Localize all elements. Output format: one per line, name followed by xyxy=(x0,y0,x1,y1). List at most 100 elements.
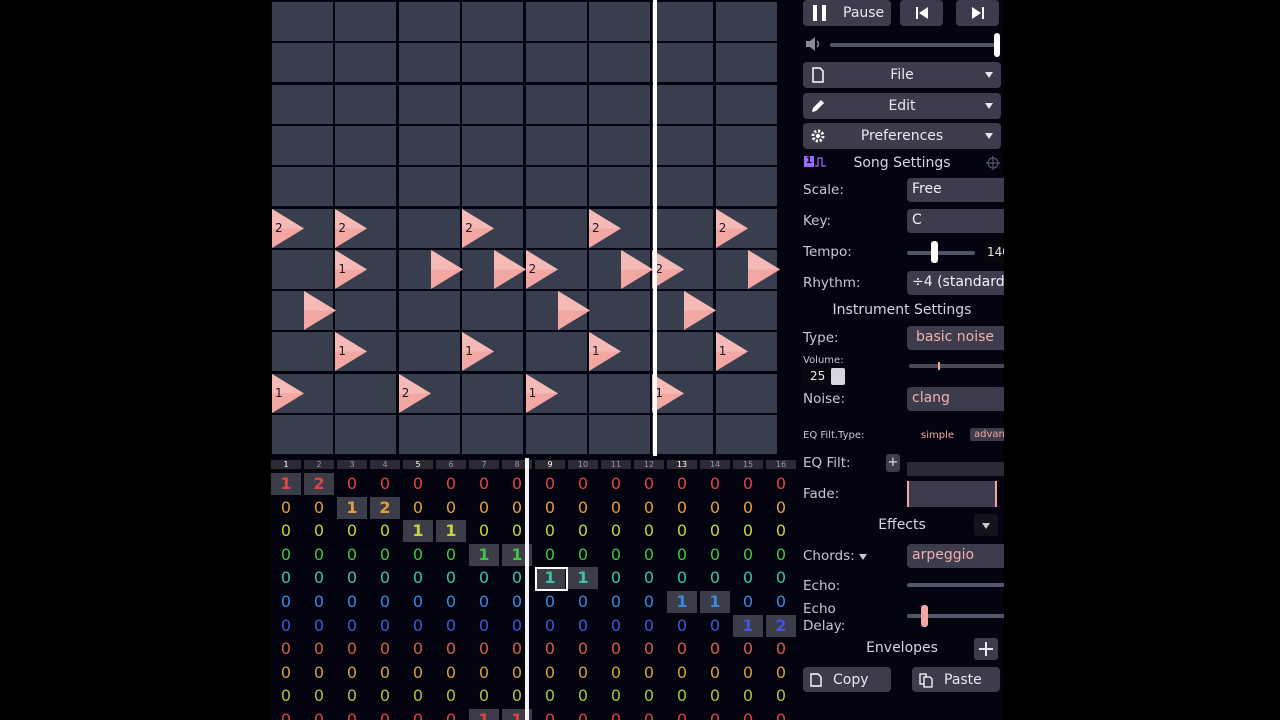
track-cell[interactable]: 0 xyxy=(733,638,763,660)
track-cell[interactable]: 0 xyxy=(601,685,631,707)
pattern-cell[interactable] xyxy=(462,373,524,413)
track-cell[interactable]: 0 xyxy=(469,685,499,707)
track-cell[interactable]: 0 xyxy=(667,685,697,707)
pattern-note[interactable]: 2 xyxy=(272,208,304,248)
track-cell[interactable]: 0 xyxy=(667,497,697,519)
track-cell[interactable]: 0 xyxy=(337,662,367,684)
track-cell[interactable]: 0 xyxy=(733,544,763,566)
copy-button[interactable]: Copy xyxy=(803,667,891,692)
track-cell[interactable]: 0 xyxy=(700,615,730,637)
pattern-note[interactable]: 2 xyxy=(335,208,368,248)
pattern-cell[interactable] xyxy=(272,249,333,289)
tempo-input[interactable]: 140 xyxy=(985,243,1004,262)
track-cell[interactable]: 0 xyxy=(634,615,664,637)
pattern-cell[interactable] xyxy=(525,43,587,83)
bar-number[interactable]: 16 xyxy=(766,460,796,469)
track-cell[interactable]: 0 xyxy=(535,473,565,495)
tempo-slider-thumb[interactable] xyxy=(931,241,938,263)
track-cell[interactable]: 0 xyxy=(436,615,466,637)
pattern-cell[interactable] xyxy=(652,332,714,372)
pattern-cell[interactable] xyxy=(335,43,397,83)
track-cell[interactable]: 0 xyxy=(733,591,763,613)
track-cell[interactable]: 0 xyxy=(469,638,499,660)
track-cell[interactable]: 1 xyxy=(436,520,466,543)
track-cell[interactable]: 0 xyxy=(700,473,730,495)
pattern-cell[interactable] xyxy=(589,167,650,207)
noise-select[interactable]: clang xyxy=(907,387,1004,411)
track-cell[interactable]: 0 xyxy=(304,544,334,566)
rhythm-select[interactable]: ÷4 (standard) xyxy=(907,271,1004,295)
track-cell[interactable]: 0 xyxy=(403,497,433,519)
pattern-cell[interactable] xyxy=(525,2,587,41)
pattern-cell[interactable] xyxy=(462,125,524,165)
bar-number[interactable]: 3 xyxy=(337,460,367,469)
track-cell[interactable]: 0 xyxy=(634,709,664,720)
preferences-menu[interactable]: Preferences xyxy=(803,123,1001,149)
effects-dropdown-icon[interactable] xyxy=(974,514,998,536)
pattern-cell[interactable] xyxy=(272,43,333,83)
track-cell[interactable]: 0 xyxy=(436,567,466,589)
pattern-editor[interactable]: 2 1 2 1 1 2 2 1 2 1 2 1 2 1 2 1 xyxy=(270,0,780,456)
pattern-cell[interactable] xyxy=(525,84,587,124)
pattern-cell[interactable] xyxy=(398,208,460,248)
track-cell[interactable]: 0 xyxy=(271,662,301,684)
track-cell[interactable]: 0 xyxy=(667,638,697,660)
echo-slider[interactable] xyxy=(907,583,1004,587)
track-cell[interactable]: 0 xyxy=(568,638,598,660)
track-cell[interactable]: 0 xyxy=(733,709,763,720)
pattern-cell[interactable] xyxy=(398,2,460,41)
track-cell[interactable]: 0 xyxy=(601,615,631,637)
pattern-cell[interactable] xyxy=(715,84,777,124)
track-cell[interactable]: 0 xyxy=(766,591,796,613)
pattern-note[interactable] xyxy=(557,291,590,331)
instrument-type-select[interactable]: basic noise xyxy=(907,326,1004,350)
pattern-cell[interactable] xyxy=(398,167,460,207)
track-cell[interactable]: 0 xyxy=(469,473,499,495)
track-cell[interactable]: 0 xyxy=(634,544,664,566)
pattern-cell[interactable] xyxy=(652,125,714,165)
pattern-note[interactable]: 1 xyxy=(715,332,748,372)
track-cell[interactable]: 0 xyxy=(370,591,400,613)
track-cell[interactable]: 0 xyxy=(271,615,301,637)
track-cell[interactable]: 0 xyxy=(370,473,400,495)
pattern-cell[interactable] xyxy=(652,2,714,41)
track-cell[interactable]: 0 xyxy=(535,520,565,542)
track-cell[interactable]: 0 xyxy=(766,520,796,542)
pattern-cell[interactable] xyxy=(652,167,714,207)
pattern-cell[interactable] xyxy=(589,2,650,41)
pattern-note[interactable]: 1 xyxy=(335,249,368,289)
track-cell[interactable]: 0 xyxy=(469,497,499,519)
track-cell[interactable]: 0 xyxy=(568,473,598,495)
track-cell[interactable]: 0 xyxy=(766,638,796,660)
chords-expand-icon[interactable] xyxy=(859,554,867,560)
track-cell[interactable]: 0 xyxy=(733,473,763,495)
track-cell[interactable]: 0 xyxy=(634,567,664,589)
pattern-note[interactable]: 1 xyxy=(589,332,621,372)
volume-spinner-icon[interactable] xyxy=(831,368,845,385)
track-cell[interactable]: 0 xyxy=(700,520,730,542)
pattern-cell[interactable] xyxy=(335,415,397,454)
pattern-cell[interactable] xyxy=(715,167,777,207)
pattern-cell[interactable] xyxy=(715,415,777,454)
pattern-cell[interactable] xyxy=(335,167,397,207)
pattern-note[interactable]: 1 xyxy=(525,373,558,413)
add-envelope-button[interactable] xyxy=(974,638,998,660)
pattern-cell[interactable] xyxy=(525,415,587,454)
track-cell[interactable]: 1 xyxy=(568,567,598,590)
track-cell[interactable]: 0 xyxy=(304,685,334,707)
track-cell[interactable]: 0 xyxy=(271,591,301,613)
track-cell[interactable]: 0 xyxy=(568,520,598,542)
track-cell[interactable]: 0 xyxy=(403,662,433,684)
pattern-cell[interactable] xyxy=(589,43,650,83)
track-cell[interactable]: 0 xyxy=(403,709,433,720)
next-bar-button[interactable] xyxy=(956,0,999,26)
track-cell[interactable]: 0 xyxy=(304,638,334,660)
pattern-cell[interactable] xyxy=(652,415,714,454)
bar-number[interactable]: 14 xyxy=(700,460,730,469)
track-cell[interactable]: 0 xyxy=(403,615,433,637)
track-cell[interactable]: 0 xyxy=(337,615,367,637)
bar-number[interactable]: 6 xyxy=(436,460,466,469)
track-cell[interactable]: 0 xyxy=(634,591,664,613)
pattern-note[interactable] xyxy=(430,249,463,289)
pattern-cell[interactable] xyxy=(715,373,777,413)
